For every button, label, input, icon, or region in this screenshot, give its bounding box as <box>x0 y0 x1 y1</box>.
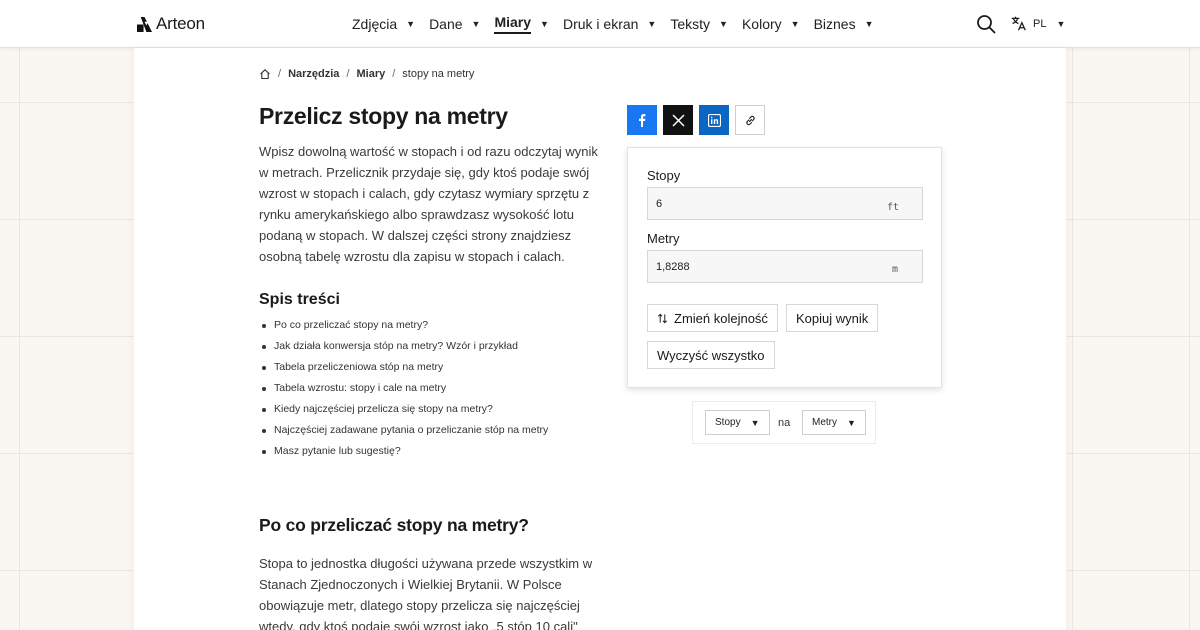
breadcrumb-separator: / <box>346 68 350 80</box>
meters-input[interactable] <box>647 250 923 283</box>
toc-item[interactable]: Po co przeliczać stopy na metry? <box>259 318 609 339</box>
breadcrumb-item-narzedzia[interactable]: Narzędzia <box>288 68 339 80</box>
from-unit-select[interactable]: Stopy ▼ <box>705 410 770 435</box>
breadcrumb: / Narzędzia / Miary / stopy na metry <box>259 68 474 80</box>
chevron-down-icon: ▼ <box>790 19 800 29</box>
chevron-down-icon: ▼ <box>406 19 416 29</box>
nav-item-teksty[interactable]: Teksty ▼ <box>670 0 728 48</box>
breadcrumb-item-current: stopy na metry <box>402 68 475 80</box>
chevron-down-icon: ▼ <box>719 19 728 29</box>
main-nav: Zdjęcia ▼ Dane ▼ Miary ▼ Druk i ekran ▼ … <box>352 0 888 48</box>
breadcrumb-separator: / <box>392 68 396 80</box>
unit-selector: Stopy ▼ na Metry ▼ <box>692 401 876 444</box>
nav-item-miary[interactable]: Miary ▼ <box>494 0 549 48</box>
copy-result-button[interactable]: Kopiuj wynik <box>786 304 879 332</box>
to-unit-value: Metry <box>812 417 837 428</box>
toc-item[interactable]: Kiedy najczęściej przelicza się stopy na… <box>259 402 609 423</box>
nav-label: Zdjęcia <box>352 15 398 32</box>
from-unit-value: Stopy <box>715 417 741 428</box>
link-icon <box>745 115 755 125</box>
share-x-button[interactable] <box>663 105 693 135</box>
share-linkedin-button[interactable] <box>699 105 729 135</box>
swap-order-label: Zmień kolejność <box>674 310 768 326</box>
breadcrumb-item-miary[interactable]: Miary <box>356 68 385 80</box>
logo[interactable]: Arteon <box>137 14 205 34</box>
table-of-contents: Po co przeliczać stopy na metry? Jak dzi… <box>259 318 609 465</box>
content-card: / Narzędzia / Miary / stopy na metry Prz… <box>134 48 1066 630</box>
clear-all-label: Wyczyść wszystko <box>657 347 765 363</box>
chevron-down-icon: ▼ <box>864 19 874 29</box>
toc-item[interactable]: Tabela przeliczeniowa stóp na metry <box>259 360 609 381</box>
chevron-down-icon: ▼ <box>540 19 549 29</box>
intro-text: Wpisz dowolną wartość w stopach i od raz… <box>259 144 598 264</box>
chevron-down-icon: ▼ <box>750 417 760 428</box>
chevron-down-icon: ▼ <box>471 19 481 29</box>
language-switcher[interactable]: PL ▼ <box>1010 15 1065 32</box>
x-icon <box>671 113 685 127</box>
swap-icon <box>658 313 667 323</box>
copy-link-button[interactable] <box>735 105 765 135</box>
nav-label: Kolory <box>741 15 782 32</box>
meters-label: Metry <box>647 231 680 246</box>
breadcrumb-separator: / <box>278 68 282 80</box>
feet-input[interactable] <box>647 187 923 220</box>
toc-item[interactable]: Jak działa konwersja stóp na metry? Wzór… <box>259 339 609 360</box>
translate-icon <box>1011 16 1026 31</box>
logo-mark-icon <box>137 16 152 32</box>
to-unit-select[interactable]: Metry ▼ <box>802 410 866 435</box>
page-title: Przelicz stopy na metry <box>259 103 508 129</box>
logo-text: Arteon <box>156 14 205 33</box>
meters-unit: m <box>892 264 899 275</box>
feet-label: Stopy <box>647 168 681 183</box>
nav-label: Biznes <box>813 15 856 32</box>
nav-item-druk-i-ekran[interactable]: Druk i ekran ▼ <box>563 0 656 48</box>
feet-unit: ft <box>887 202 900 213</box>
nav-label: Miary <box>494 14 532 34</box>
chevron-down-icon: ▼ <box>647 19 657 29</box>
nav-item-zdjecia[interactable]: Zdjęcia ▼ <box>352 0 415 48</box>
nav-label: Dane <box>429 15 463 32</box>
copy-result-label: Kopiuj wynik <box>796 310 869 326</box>
share-buttons <box>627 105 765 135</box>
search-icon[interactable] <box>976 14 996 34</box>
top-header: Arteon Zdjęcia ▼ Dane ▼ Miary ▼ Druk i e… <box>0 0 1200 48</box>
clear-all-button[interactable]: Wyczyść wszystko <box>647 341 775 369</box>
toc-title: Spis treści <box>259 291 340 308</box>
nav-label: Druk i ekran <box>562 15 639 32</box>
facebook-icon <box>639 114 646 127</box>
nav-item-biznes[interactable]: Biznes ▼ <box>814 0 874 48</box>
converter-panel: Stopy ft Metry m Zmień kolejność Kopiuj … <box>627 147 942 388</box>
section-heading: Po co przeliczać stopy na metry? <box>259 515 529 535</box>
unit-connector: na <box>778 417 791 429</box>
language-code: PL <box>1033 17 1047 30</box>
section-text: Stopa to jednostka długości używana prze… <box>259 556 593 630</box>
swap-order-button[interactable]: Zmień kolejność <box>647 304 778 332</box>
nav-item-dane[interactable]: Dane ▼ <box>429 0 480 48</box>
chevron-down-icon: ▼ <box>1056 18 1066 29</box>
toc-item[interactable]: Tabela wzrostu: stopy i cale na metry <box>259 381 609 402</box>
toc-item[interactable]: Najczęściej zadawane pytania o przelicza… <box>259 423 609 444</box>
chevron-down-icon: ▼ <box>847 417 856 428</box>
share-facebook-button[interactable] <box>627 105 657 135</box>
nav-label: Teksty <box>670 15 711 32</box>
home-icon[interactable] <box>259 68 271 80</box>
linkedin-icon <box>707 113 721 127</box>
nav-item-kolory[interactable]: Kolory ▼ <box>742 0 800 48</box>
toc-item[interactable]: Masz pytanie lub sugestię? <box>259 444 609 465</box>
